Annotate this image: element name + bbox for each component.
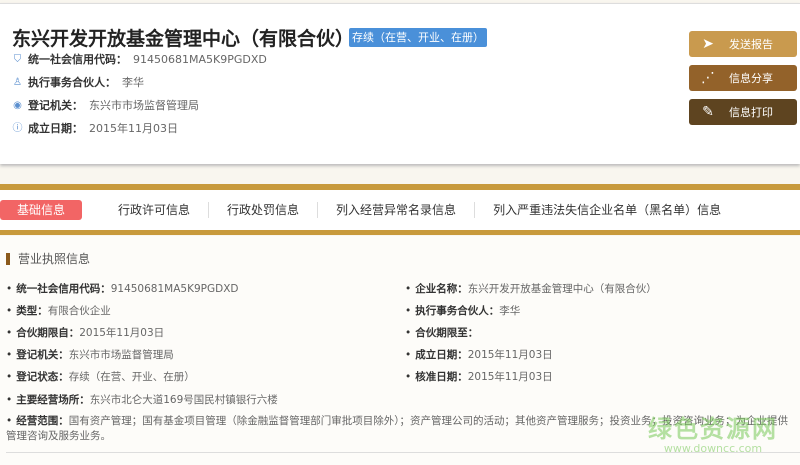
meta-founded: ⓘ 成立日期： 2015年11月03日 [12,122,179,135]
section-title: 营业执照信息 [6,250,90,267]
print-info-button[interactable]: ✎ 信息打印 [689,99,797,125]
info-icon: ⓘ [12,122,23,134]
field-company-name: 企业名称：东兴开发开放基金管理中心（有限合伙） [405,281,657,296]
field-authority: 登记机关：东兴市市场监督管理局 [6,347,174,362]
tab-admin-license[interactable]: 行政许可信息 [100,202,210,218]
company-title: 东兴开发开放基金管理中心（有限合伙） [12,28,355,50]
tab-abnormal-list[interactable]: 列入经营异常名录信息 [318,202,476,218]
field-approved: 核准日期：2015年11月03日 [405,369,552,384]
field-credit-code: 统一社会信用代码：91450681MA5K9PGDXD [6,281,238,296]
field-type: 类型：有限合伙企业 [6,303,111,318]
meta-partner: ♙ 执行事务合伙人： 李华 [13,76,144,89]
share-info-button[interactable]: ⋰ 信息分享 [689,65,797,91]
shield-icon: ⛉ [13,53,22,65]
divider [0,230,800,235]
license-info-panel: 营业执照信息 统一社会信用代码：91450681MA5K9PGDXD 类型：有限… [0,236,800,465]
pencil-icon: ✎ [702,104,714,120]
field-term-to: 合伙期限至： [405,325,478,340]
field-status: 登记状态：存续（在营、开业、在册） [6,369,195,384]
send-report-button[interactable]: ➤ 发送报告 [689,31,797,57]
field-address: 主要经营场所：东兴市北仑大道169号国民村镇银行六楼 [6,392,278,407]
status-badge: 存续（在营、开业、在册） [349,28,487,47]
tab-bar: 基础信息 行政许可信息 行政处罚信息 列入经营异常名录信息 列入严重违法失信企业… [0,190,800,230]
company-header-card: 东兴开发开放基金管理中心（有限合伙） 存续（在营、开业、在册） ⛉ 统一社会信用代… [0,3,800,164]
send-icon: ➤ [702,36,714,52]
field-term-from: 合伙期限自：2015年11月03日 [6,325,164,340]
person-icon: ♙ [13,76,22,88]
divider [6,452,800,453]
location-icon: ◉ [13,99,22,111]
tab-admin-penalty[interactable]: 行政处罚信息 [209,202,319,218]
field-founded: 成立日期：2015年11月03日 [405,347,552,362]
tab-basic-info[interactable]: 基础信息 [0,200,83,220]
share-icon: ⋰ [701,70,715,86]
field-partner: 执行事务合伙人：李华 [405,303,520,318]
field-business-scope: 经营范围：国有资产管理；国有基金项目管理（除金融监督管理部门审批项目除外）；资产… [6,414,798,444]
meta-credit-code: ⛉ 统一社会信用代码： 91450681MA5K9PGDXD [13,52,267,67]
meta-authority: ◉ 登记机关： 东兴市市场监督管理局 [13,99,199,112]
tab-blacklist[interactable]: 列入严重违法失信企业名单（黑名单）信息 [475,202,739,218]
